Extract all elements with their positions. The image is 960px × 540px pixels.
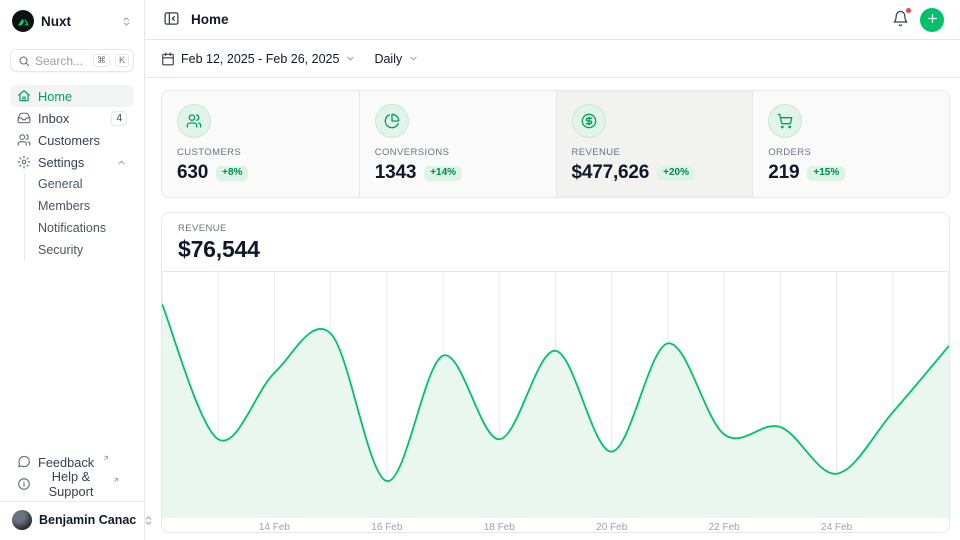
sidebar-top: Nuxt Search... ⌘ K Home [0,0,144,451]
notification-dot [905,7,912,14]
chevrons-up-down-icon [121,16,132,27]
chart-metric-value: $76,544 [178,236,933,263]
kbd-k: K [115,54,129,67]
inbox-icon [17,111,31,125]
stats-row: CUSTOMERS 630 +8% CONVERSIONS 1343 +14% [161,90,950,198]
x-tick-label: 24 Feb [821,522,852,533]
search-input[interactable]: Search... ⌘ K [10,49,134,72]
sidebar-item-settings[interactable]: Settings [10,151,134,173]
sidebar-nav: Home Inbox 4 Customers [10,85,134,261]
stat-value: 630 [177,162,208,184]
sidebar-item-label: Settings [38,155,109,170]
x-tick-label: 20 Feb [596,522,627,533]
sidebar-item-inbox[interactable]: Inbox 4 [10,107,134,129]
x-tick-label: 16 Feb [371,522,402,533]
filter-toolbar: Feb 12, 2025 - Feb 26, 2025 Daily [145,40,960,78]
sidebar: Nuxt Search... ⌘ K Home [0,0,145,540]
user-menu[interactable]: Benjamin Canac [0,501,144,540]
top-header: Home [145,0,960,40]
external-link-icon [102,454,110,462]
avatar [12,510,32,530]
info-icon [17,477,31,491]
sidebar-collapse-button[interactable] [161,8,182,32]
x-tick-label: 18 Feb [484,522,515,533]
notifications-button[interactable] [890,8,911,32]
stat-card-customers[interactable]: CUSTOMERS 630 +8% [162,91,359,197]
sidebar-footer: Feedback Help & Support Benjamin Canac [0,451,144,540]
stat-delta-badge: +20% [657,166,695,181]
chart-metric-label: REVENUE [178,223,933,234]
plus-icon [926,12,939,28]
nuxt-logo [12,10,34,32]
external-link-icon [112,476,120,484]
panel-left-close-icon [163,10,180,30]
sidebar-item-general[interactable]: General [34,173,134,195]
sidebar-item-notifications[interactable]: Notifications [34,217,134,239]
chevron-down-icon [408,53,419,64]
calendar-icon [161,52,175,66]
page-title: Home [191,12,229,27]
inbox-count-badge: 4 [111,111,127,126]
revenue-area-chart[interactable]: 14 Feb 16 Feb 18 Feb 20 Feb 22 Feb 24 Feb [162,272,949,533]
search-icon [18,55,30,67]
chevron-down-icon [345,53,356,64]
stat-label: ORDERS [768,147,934,158]
stat-card-revenue[interactable]: REVENUE $477,626 +20% [556,91,753,197]
date-range-value: Feb 12, 2025 - Feb 26, 2025 [181,52,339,66]
dollar-circle-icon [572,104,606,138]
user-name: Benjamin Canac [39,513,136,527]
help-support-link[interactable]: Help & Support [10,473,134,495]
app-root: Nuxt Search... ⌘ K Home [0,0,960,540]
cart-icon [768,104,802,138]
chart-x-axis: 14 Feb 16 Feb 18 Feb 20 Feb 22 Feb 24 Feb [162,518,949,533]
users-icon [177,104,211,138]
stat-value: $477,626 [572,162,650,184]
stat-card-orders[interactable]: ORDERS 219 +15% [752,91,949,197]
sidebar-item-home[interactable]: Home [10,85,134,107]
search-placeholder: Search... [35,54,88,68]
sidebar-item-members[interactable]: Members [34,195,134,217]
sidebar-item-security[interactable]: Security [34,239,134,261]
users-icon [17,133,31,147]
stat-delta-badge: +8% [216,166,248,181]
stat-label: REVENUE [572,147,738,158]
x-tick-label: 22 Feb [709,522,740,533]
team-switcher[interactable]: Nuxt [10,8,134,34]
home-icon [17,89,31,103]
kbd-cmd: ⌘ [93,54,110,67]
team-name: Nuxt [41,14,114,29]
chart-canvas [162,272,949,518]
sidebar-item-label: Customers [38,133,127,148]
settings-subnav: General Members Notifications Security [24,173,134,261]
sidebar-item-label: Home [38,89,127,104]
period-value: Daily [374,52,402,66]
chart-header: REVENUE $76,544 [162,213,949,272]
stat-label: CONVERSIONS [375,147,541,158]
stat-delta-badge: +15% [807,166,845,181]
pie-chart-icon [375,104,409,138]
stat-value: 219 [768,162,799,184]
stat-value: 1343 [375,162,416,184]
stat-card-conversions[interactable]: CONVERSIONS 1343 +14% [359,91,556,197]
chevron-up-icon [116,157,127,168]
x-tick-label: 14 Feb [259,522,290,533]
sidebar-item-label: Inbox [38,111,104,126]
feedback-label: Feedback [38,455,94,470]
period-select[interactable]: Daily [374,52,419,66]
stat-delta-badge: +14% [424,166,462,181]
gear-icon [17,155,31,169]
date-range-picker[interactable]: Feb 12, 2025 - Feb 26, 2025 [161,52,356,66]
main-area: Home Feb 12, 2025 - Feb 26, 2025 [145,0,960,540]
chat-bubble-icon [17,455,31,469]
revenue-chart-card: REVENUE $76,544 14 Feb 16 Feb 18 Feb 20 Feb… [161,212,950,533]
add-button[interactable] [920,8,944,32]
help-support-label: Help & Support [38,469,104,499]
sidebar-item-customers[interactable]: Customers [10,129,134,151]
stat-label: CUSTOMERS [177,147,344,158]
page-content: CUSTOMERS 630 +8% CONVERSIONS 1343 +14% [145,78,960,540]
